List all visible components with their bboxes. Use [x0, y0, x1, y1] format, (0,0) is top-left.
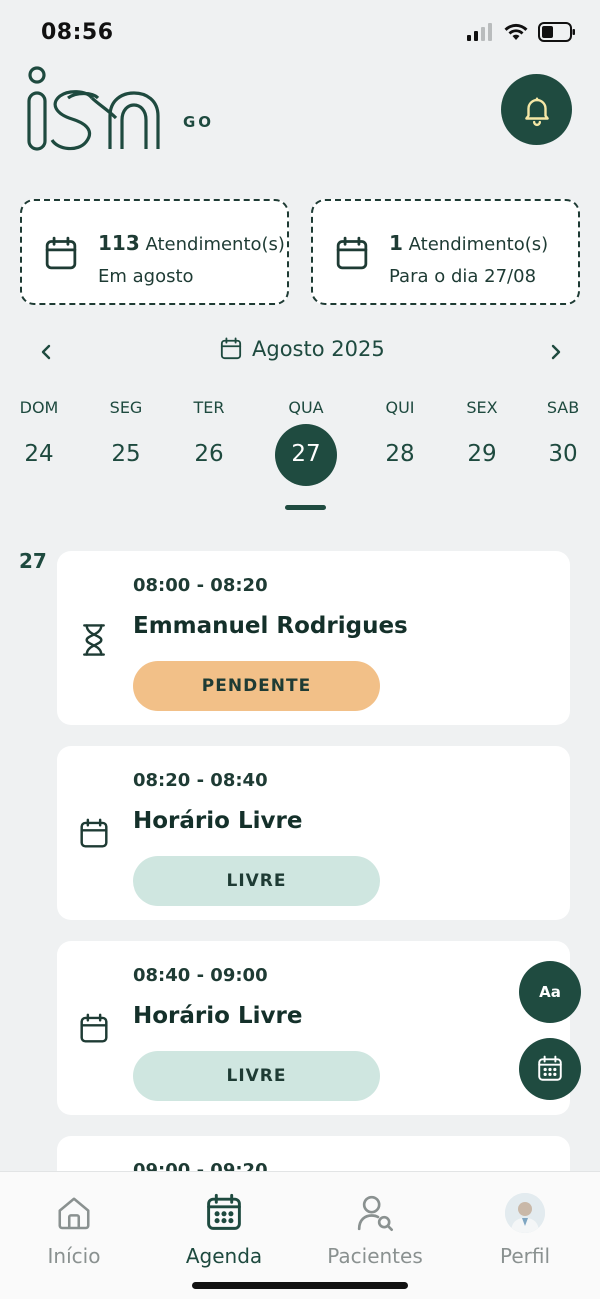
calendar-icon	[80, 818, 108, 848]
home-indicator	[192, 1282, 408, 1289]
day-number: 24	[24, 441, 54, 467]
bell-icon	[524, 96, 549, 126]
appointment-time: 08:00 - 08:20	[133, 575, 268, 596]
day-fri[interactable]: SEX 29	[447, 396, 517, 472]
day-name: TER	[193, 398, 225, 417]
next-month-button[interactable]	[544, 338, 568, 366]
wifi-icon	[504, 23, 528, 40]
month-label: Agosto 2025	[252, 337, 385, 361]
day-sat[interactable]: SAB 30	[528, 396, 598, 472]
selected-day-indicator	[285, 505, 326, 510]
calendar-icon	[220, 337, 242, 360]
day-sun[interactable]: DOM 24	[4, 396, 74, 472]
bottom-navigation: Início Agenda Pacientes Perfil	[0, 1171, 600, 1299]
avatar	[505, 1193, 545, 1233]
day-name: QUA	[288, 398, 324, 417]
nav-inicio[interactable]: Início	[19, 1192, 129, 1268]
day-number: 26	[194, 441, 224, 467]
nav-label: Início	[47, 1244, 101, 1268]
hourglass-icon	[83, 624, 105, 656]
day-tue[interactable]: TER 26	[174, 396, 244, 472]
signal-icon	[467, 23, 492, 41]
notifications-button[interactable]	[501, 74, 572, 145]
appointment-title: Horário Livre	[133, 1003, 303, 1029]
app-logo	[26, 64, 176, 154]
status-badge-free: LIVRE	[133, 1051, 380, 1101]
day-number: 27	[291, 441, 321, 467]
home-icon	[58, 1197, 90, 1230]
calendar-grid-icon	[207, 1193, 241, 1230]
day-name: DOM	[19, 398, 59, 417]
chevron-left-icon	[41, 344, 51, 360]
nav-perfil[interactable]: Perfil	[470, 1192, 580, 1268]
status-bar: 08:56	[0, 0, 600, 66]
status-icons	[466, 22, 576, 42]
nav-pacientes[interactable]: Pacientes	[320, 1192, 430, 1268]
month-selector[interactable]: Agosto 2025	[220, 337, 385, 361]
user-search-icon	[357, 1195, 393, 1231]
nav-label: Agenda	[185, 1244, 263, 1268]
stat-label: Atendimento(s)	[408, 234, 549, 255]
month-navigation: Agosto 2025	[0, 334, 600, 370]
appointment-title: Emmanuel Rodrigues	[133, 613, 408, 639]
appointment-card[interactable]: 08:00 - 08:20 Emmanuel Rodrigues PENDENT…	[57, 551, 570, 725]
calendar-icon	[45, 236, 77, 270]
font-size-button[interactable]: Aa	[519, 961, 581, 1023]
day-name: SEX	[466, 398, 498, 417]
stat-label: Atendimento(s)	[145, 234, 285, 255]
appointment-time: 08:20 - 08:40	[133, 770, 268, 791]
day-name: SEG	[109, 398, 143, 417]
appointment-title: Horário Livre	[133, 808, 303, 834]
day-name: QUI	[385, 398, 415, 417]
day-number: 30	[548, 441, 578, 467]
stat-text: 113 Atendimento(s) Em agosto	[98, 227, 285, 293]
calendar-grid-icon	[538, 1055, 562, 1081]
day-mon[interactable]: SEG 25	[91, 396, 161, 472]
chevron-right-icon	[551, 344, 561, 360]
appointment-time: 08:40 - 09:00	[133, 965, 268, 986]
stat-count: 113	[98, 231, 140, 255]
status-badge-free: LIVRE	[133, 856, 380, 906]
battery-icon	[538, 22, 575, 42]
day-wed-selected[interactable]: QUA 27	[271, 396, 341, 486]
status-badge-pending: PENDENTE	[133, 661, 380, 711]
day-thu[interactable]: QUI 28	[365, 396, 435, 472]
logo-subtitle: GO	[183, 113, 215, 131]
nav-label: Perfil	[499, 1244, 551, 1268]
day-name: SAB	[546, 398, 580, 417]
stat-card-day: 1 Atendimento(s) Para o dia 27/08	[311, 199, 580, 305]
schedule-date-label: 27	[19, 549, 47, 573]
calendar-icon	[80, 1013, 108, 1043]
calendar-fab-button[interactable]	[519, 1038, 581, 1100]
day-number: 25	[111, 441, 141, 467]
calendar-icon	[336, 236, 368, 270]
stat-count: 1	[389, 231, 403, 255]
appointment-card[interactable]: 08:40 - 09:00 Horário Livre LIVRE	[57, 941, 570, 1115]
day-number: 28	[385, 441, 415, 467]
nav-agenda[interactable]: Agenda	[169, 1192, 279, 1268]
font-size-label: Aa	[539, 983, 561, 1001]
stat-sub: Para o dia 27/08	[389, 266, 537, 287]
stat-card-month: 113 Atendimento(s) Em agosto	[20, 199, 289, 305]
status-time: 08:56	[41, 20, 114, 45]
day-number: 29	[467, 441, 497, 467]
nav-label: Pacientes	[327, 1244, 423, 1268]
week-strip: DOM 24 SEG 25 TER 26 QUA 27 QUI 28 SEX 2…	[0, 396, 600, 516]
appointment-card[interactable]: 08:20 - 08:40 Horário Livre LIVRE	[57, 746, 570, 920]
stat-text: 1 Atendimento(s) Para o dia 27/08	[389, 227, 548, 293]
previous-month-button[interactable]	[34, 338, 58, 366]
stat-sub: Em agosto	[98, 266, 194, 287]
